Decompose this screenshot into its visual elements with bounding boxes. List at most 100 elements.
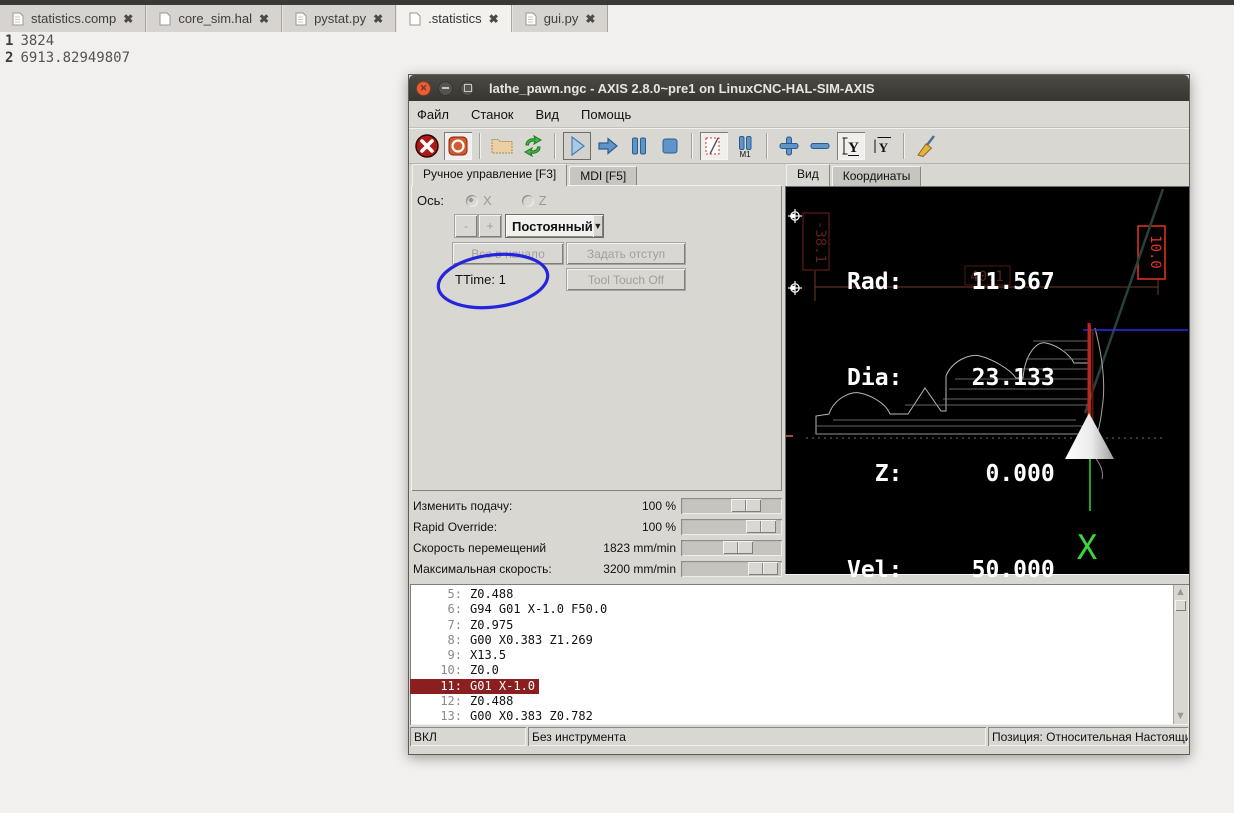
gcode-line[interactable]: 9: X13.5 (410, 648, 510, 663)
pause-icon[interactable] (625, 132, 653, 160)
tab-preview[interactable]: Вид (786, 164, 830, 186)
menu-help[interactable]: Помощь (581, 107, 631, 122)
step-line-icon[interactable] (594, 132, 622, 160)
limit-marker-icon (788, 209, 802, 223)
window-titlebar[interactable]: lathe_pawn.ngc - AXIS 2.8.0~pre1 on Linu… (409, 75, 1189, 101)
view-y-icon[interactable]: Y (837, 131, 865, 160)
tool-touch-off-button[interactable]: Tool Touch Off (567, 269, 685, 290)
radio-x-label: X (483, 193, 492, 208)
jog-speed-row: Скорость перемещений 1823 mm/min (413, 539, 786, 557)
jog-speed-value: 1823 mm/min (603, 541, 676, 555)
close-icon[interactable]: ✖ (123, 12, 133, 26)
svg-text:Y: Y (848, 140, 859, 156)
editor-tab-gui-py[interactable]: gui.py ✖ (511, 5, 609, 32)
editor-tab-label: gui.py (543, 11, 579, 26)
editor-tab-core-sim-hal[interactable]: core_sim.hal ✖ (146, 5, 283, 32)
gcode-line[interactable]: 10: Z0.0 (410, 663, 503, 678)
scroll-up-icon[interactable]: ▲ (1174, 586, 1187, 599)
gcode-line-number: 10: (440, 663, 462, 678)
machine-power-icon[interactable] (444, 131, 472, 160)
zoom-in-icon[interactable] (775, 132, 803, 160)
tab-dro[interactable]: Координаты (831, 166, 922, 186)
stop-icon[interactable] (656, 132, 684, 160)
menu-file[interactable]: Файл (417, 107, 449, 122)
boundary-line (1083, 188, 1165, 414)
optional-pause-m1-icon[interactable]: M1 (731, 132, 759, 160)
home-all-button[interactable]: Все в начало (453, 243, 563, 264)
max-velocity-slider[interactable] (681, 561, 782, 577)
slider-handle[interactable] (723, 541, 753, 554)
tool-status: Без инструмента (528, 727, 986, 746)
editor-tab-pystat-py[interactable]: pystat.py ✖ (282, 5, 397, 32)
dim-label-left: -38.1 (812, 221, 828, 263)
feed-override-slider[interactable] (681, 498, 782, 514)
gcode-line[interactable]: 7: Z0.975 (410, 618, 517, 633)
window-minimize-button[interactable] (438, 80, 453, 96)
zoom-out-icon[interactable] (806, 132, 834, 160)
menu-machine[interactable]: Станок (471, 107, 514, 122)
gcode-line-number: 7: (447, 617, 462, 632)
jog-minus-button[interactable]: - (455, 215, 477, 237)
close-icon[interactable]: ✖ (489, 12, 499, 26)
toolbar-separator (554, 132, 556, 159)
gcode-line[interactable]: 6: G94 G01 X-1.0 F50.0 (410, 602, 611, 617)
menubar: Файл Станок Вид Помощь (409, 101, 1189, 128)
jog-mode-combobox[interactable]: Постоянный ▼ (506, 215, 603, 237)
toolbar: M1 Y Y (409, 128, 1189, 164)
gcode-line-active[interactable]: 11: G01 X-1.0 (410, 678, 540, 695)
slider-handle[interactable] (731, 499, 761, 512)
dro-z: Z: 0.000 (847, 461, 1055, 487)
rapid-override-value: 100 % (641, 520, 676, 534)
radio-axis-z[interactable] (521, 194, 534, 207)
gcode-line-code: X13.5 (470, 648, 507, 663)
editor-content[interactable]: 1 3824 2 6913.82949807 (5, 33, 130, 67)
skip-lines-icon[interactable] (700, 131, 728, 160)
gcode-scrollbar[interactable]: ▲ ▼ (1173, 585, 1188, 724)
gcode-listing[interactable]: 5: Z0.488 6: G94 G01 X-1.0 F50.0 7: Z0.975 … (410, 584, 1189, 725)
close-icon[interactable]: ✖ (373, 12, 383, 26)
close-icon[interactable]: ✖ (259, 12, 269, 26)
close-icon[interactable]: ✖ (585, 12, 595, 26)
toolbar-separator (479, 132, 481, 159)
open-file-icon[interactable] (488, 132, 516, 160)
editor-tab-label: statistics.comp (31, 11, 117, 26)
line-text: 6913.82949807 (20, 50, 131, 66)
jog-plus-button[interactable]: + (479, 215, 501, 237)
jog-speed-slider[interactable] (681, 540, 782, 556)
gcode-line-number: 13: (440, 709, 462, 724)
reload-file-icon[interactable] (519, 132, 547, 160)
left-tab-row: Ручное управление [F3] MDI [F5] (412, 164, 639, 186)
run-program-icon[interactable] (563, 131, 591, 160)
editor-tab-statistics-comp[interactable]: statistics.comp ✖ (0, 5, 147, 32)
view-y2-icon[interactable]: Y (868, 132, 896, 160)
chevron-down-icon[interactable]: ▼ (592, 215, 603, 237)
axis-letter: X (1077, 528, 1098, 568)
dro-dia: Dia: 23.133 (847, 365, 1055, 391)
set-offset-button[interactable]: Задать отступ (567, 243, 685, 264)
clear-plot-icon[interactable] (912, 132, 940, 160)
line-number: 1 (5, 33, 14, 49)
gcode-line-number: 5: (447, 587, 462, 601)
editor-tab-statistics[interactable]: .statistics ✖ (396, 5, 512, 32)
slider-handle[interactable] (748, 562, 778, 575)
menu-view[interactable]: Вид (536, 107, 560, 122)
ttime-label: TTime: 1 (455, 272, 506, 287)
scrollbar-thumb[interactable] (1175, 600, 1186, 611)
gcode-line-code: G94 G01 X-1.0 F50.0 (470, 602, 608, 617)
rapid-override-slider[interactable] (681, 519, 782, 535)
tab-manual-control[interactable]: Ручное управление [F3] (412, 164, 568, 186)
estop-icon[interactable] (413, 132, 441, 160)
gcode-line[interactable]: 8: G00 X0.383 Z1.269 (410, 633, 597, 648)
gcode-line[interactable]: 12: Z0.488 (410, 694, 517, 709)
gcode-line[interactable]: 5: Z0.488 (410, 587, 517, 602)
tab-mdi[interactable]: MDI [F5] (569, 166, 638, 186)
plot-canvas[interactable]: -38.1 40.1 10.0 X Rad: 11.567 Dia: 23.13… (785, 186, 1189, 583)
slider-handle[interactable] (746, 520, 776, 533)
window-close-button[interactable] (416, 80, 431, 96)
file-icon (12, 12, 24, 25)
gcode-line-number: 11: (440, 678, 462, 693)
scroll-down-icon[interactable]: ▼ (1174, 710, 1187, 723)
gcode-line[interactable]: 13: G00 X0.383 Z0.782 (410, 709, 597, 724)
window-maximize-button[interactable] (460, 80, 475, 96)
radio-axis-x[interactable] (466, 194, 478, 207)
